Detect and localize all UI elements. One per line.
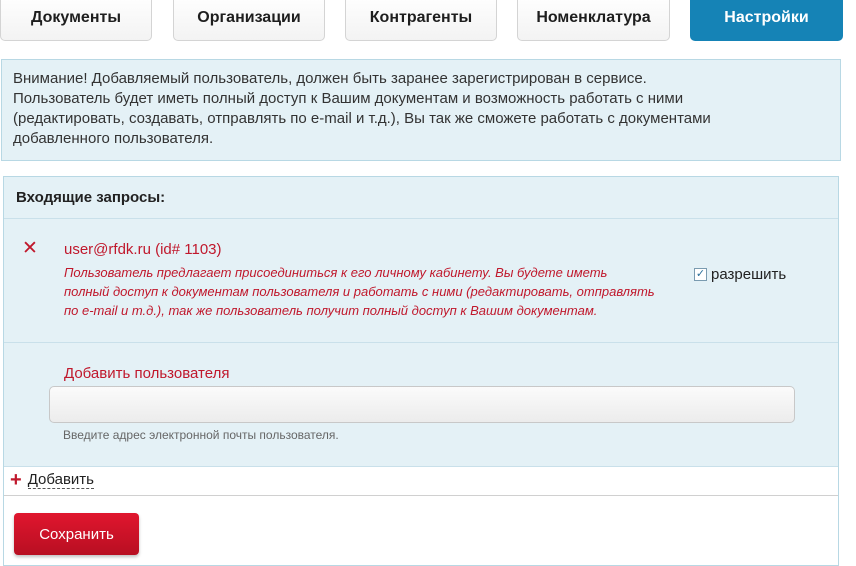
allow-checkbox[interactable]: ✓	[694, 268, 707, 281]
notice-line: (редактировать, создавать, отправлять по…	[13, 110, 711, 127]
notice-line: добавленного пользователя.	[13, 130, 214, 147]
divider	[4, 495, 838, 496]
add-button-label: Добавить	[27, 470, 94, 489]
tab-settings[interactable]: Настройки	[690, 0, 843, 41]
request-description-line: Пользователь предлагает присоединиться к…	[64, 265, 608, 280]
add-user-label: Добавить пользователя	[64, 365, 230, 382]
notice-line: Внимание! Добавляемый пользователь, долж…	[13, 70, 647, 87]
notice-line: Пользователь будет иметь полный доступ к…	[13, 90, 684, 107]
request-description: Пользователь предлагает присоединиться к…	[64, 263, 684, 320]
request-user: user@rfdk.ru (id# 1103)	[64, 241, 222, 258]
checkmark-icon: ✓	[695, 268, 706, 280]
request-description-line: по e-mail и т.д.), так же пользователь п…	[64, 303, 598, 318]
save-button[interactable]: Сохранить	[14, 513, 139, 555]
close-icon[interactable]: ✕	[22, 239, 38, 259]
tab-contractors[interactable]: Контрагенты	[345, 0, 497, 41]
tab-nomenclature-label: Номенклатура	[536, 8, 651, 26]
request-description-line: полный доступ к документам пользователя …	[64, 284, 655, 299]
tab-settings-label: Настройки	[724, 8, 809, 26]
plus-icon: +	[10, 469, 22, 491]
tab-documents[interactable]: Документы	[0, 0, 152, 41]
allow-label: разрешить	[711, 266, 787, 283]
email-hint: Введите адрес электронной почты пользова…	[63, 428, 339, 442]
notice-box: Внимание! Добавляемый пользователь, долж…	[1, 59, 841, 161]
incoming-request: ✕ user@rfdk.ru (id# 1103) Пользователь п…	[4, 219, 838, 343]
email-field[interactable]	[49, 386, 795, 423]
tab-organizations-label: Организации	[197, 8, 301, 26]
allow-toggle[interactable]: ✓ разрешить	[694, 266, 786, 283]
add-button[interactable]: + Добавить	[10, 469, 94, 491]
tab-nomenclature[interactable]: Номенклатура	[517, 0, 670, 41]
incoming-requests-title: Входящие запросы:	[4, 177, 838, 219]
add-user-block: Добавить пользователя Введите адрес элек…	[4, 343, 838, 467]
tab-organizations[interactable]: Организации	[173, 0, 325, 41]
tab-contractors-label: Контрагенты	[369, 8, 473, 26]
users-panel: Входящие запросы: ✕ user@rfdk.ru (id# 11…	[3, 176, 839, 566]
tab-documents-label: Документы	[31, 8, 121, 26]
